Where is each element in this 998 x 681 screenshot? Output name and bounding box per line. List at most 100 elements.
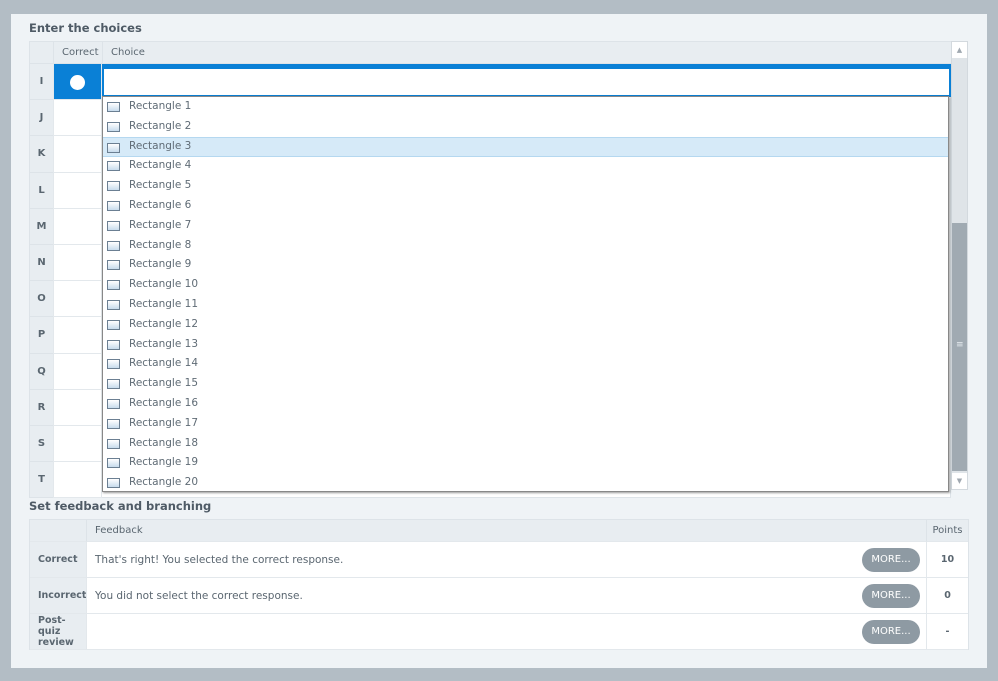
dropdown-item-label: Rectangle 3 [129, 139, 192, 152]
dropdown-item[interactable]: Rectangle 7 [103, 216, 948, 236]
feedback-text: That's right! You selected the correct r… [95, 554, 344, 566]
dropdown-item[interactable]: Rectangle 18 [103, 434, 948, 454]
row-label: L [30, 172, 53, 209]
column-header-feedback: Feedback [86, 520, 926, 542]
feedback-cell[interactable]: That's right! You selected the correct r… [86, 542, 926, 578]
rectangle-shape-icon [107, 220, 120, 231]
dropdown-item[interactable]: Rectangle 10 [103, 275, 948, 295]
dropdown-item[interactable]: Rectangle 19 [103, 453, 948, 473]
dropdown-item-label: Rectangle 11 [129, 298, 199, 310]
rectangle-shape-icon [107, 399, 120, 409]
dropdown-item[interactable]: Rectangle 12 [103, 315, 948, 335]
rectangle-shape-icon [107, 121, 120, 132]
feedback-row-label: Post-quiz review [30, 614, 86, 650]
correct-radio-cell[interactable] [53, 64, 102, 101]
correct-radio-cell[interactable] [53, 426, 102, 463]
row-header-corner [30, 42, 53, 64]
dropdown-item[interactable]: Rectangle 1 [103, 97, 948, 117]
row-label: T [30, 462, 53, 499]
points-cell[interactable]: 0 [926, 578, 968, 614]
row-label: S [30, 426, 53, 463]
rectangle-shape-icon [107, 142, 120, 153]
rectangle-shape-icon [107, 418, 120, 429]
dropdown-item-label: Rectangle 6 [129, 199, 192, 211]
dropdown-item[interactable]: Rectangle 3 [103, 136, 948, 157]
points-cell[interactable]: - [926, 614, 968, 650]
more-button[interactable]: MORE... [862, 548, 920, 572]
row-label: P [30, 317, 53, 354]
dropdown-item[interactable]: Rectangle 16 [103, 394, 948, 414]
grip-icon: ≡ [956, 340, 964, 350]
dropdown-item[interactable]: Rectangle 13 [103, 335, 948, 355]
row-label: I [30, 64, 53, 101]
correct-radio-cell[interactable] [53, 353, 102, 390]
feedback-row-label: Incorrect [30, 578, 86, 614]
row-label: N [30, 245, 53, 282]
rectangle-shape-icon [107, 339, 120, 350]
dropdown-item-label: Rectangle 4 [129, 159, 192, 172]
rectangle-shape-icon [107, 438, 120, 449]
correct-radio-cell[interactable] [53, 281, 102, 318]
rectangle-shape-icon [107, 379, 120, 390]
dropdown-item-label: Rectangle 5 [129, 179, 192, 192]
feedback-text: You did not select the correct response. [95, 590, 303, 602]
choices-scrollbar[interactable]: ▲ ≡ ▼ [951, 41, 968, 490]
dropdown-item-label: Rectangle 2 [129, 119, 192, 132]
dropdown-item[interactable]: Rectangle 8 [103, 236, 948, 256]
dropdown-item-label: Rectangle 12 [129, 317, 199, 330]
dropdown-item[interactable]: Rectangle 20 [103, 473, 948, 493]
dropdown-item[interactable]: Rectangle 2 [103, 117, 948, 137]
dropdown-item-label: Rectangle 16 [129, 397, 199, 409]
column-header-correct: Correct [53, 42, 102, 64]
correct-radio-cell[interactable] [53, 389, 102, 426]
rectangle-shape-icon [107, 458, 120, 469]
more-button[interactable]: MORE... [862, 584, 920, 608]
correct-radio-cell[interactable] [53, 208, 102, 245]
feedback-cell[interactable] [86, 614, 926, 650]
column-header-points: Points [926, 520, 968, 542]
correct-radio-cell[interactable] [53, 100, 102, 137]
dropdown-item-label: Rectangle 20 [129, 476, 199, 489]
scroll-down-button[interactable]: ▼ [952, 473, 967, 489]
rectangle-shape-icon [107, 478, 120, 489]
dropdown-item-label: Rectangle 15 [129, 377, 199, 390]
correct-radio-cell[interactable] [53, 245, 102, 282]
choice-dropdown-list[interactable]: Rectangle 1 Rectangle 2 Rectangle 3 Rectang… [102, 96, 949, 492]
row-label: O [30, 281, 53, 318]
feedback-table: Feedback Points Correct That's right! You… [29, 519, 969, 650]
dropdown-item-label: Rectangle 19 [129, 456, 199, 469]
dropdown-item-label: Rectangle 1 [129, 100, 192, 112]
dropdown-item-label: Rectangle 7 [129, 218, 192, 231]
dropdown-item[interactable]: Rectangle 4 [103, 156, 948, 176]
rectangle-shape-icon [107, 319, 120, 330]
choice-input[interactable] [102, 64, 951, 97]
dropdown-item-label: Rectangle 14 [129, 357, 199, 370]
rectangle-shape-icon [107, 260, 120, 271]
dropdown-item[interactable]: Rectangle 11 [103, 295, 948, 315]
row-label: K [30, 136, 53, 173]
row-label: Q [30, 353, 53, 390]
dropdown-item[interactable]: Rectangle 15 [103, 374, 948, 394]
dropdown-item[interactable]: Rectangle 14 [103, 354, 948, 374]
dropdown-item-label: Rectangle 10 [129, 278, 199, 291]
rectangle-shape-icon [107, 161, 120, 172]
correct-radio-cell[interactable] [53, 172, 102, 209]
correct-radio-cell[interactable] [53, 462, 102, 499]
dropdown-item[interactable]: Rectangle 6 [103, 196, 948, 216]
correct-radio-cell[interactable] [53, 317, 102, 354]
correct-radio-cell[interactable] [53, 136, 102, 173]
points-cell[interactable]: 10 [926, 542, 968, 578]
dropdown-item[interactable]: Rectangle 5 [103, 176, 948, 196]
dropdown-item[interactable]: Rectangle 9 [103, 255, 948, 275]
scroll-up-button[interactable]: ▲ [952, 42, 967, 58]
feedback-section-title: Set feedback and branching [29, 499, 212, 513]
feedback-cell[interactable]: You did not select the correct response. [86, 578, 926, 614]
dropdown-item-label: Rectangle 18 [129, 436, 199, 449]
rectangle-shape-icon [107, 240, 120, 251]
more-button[interactable]: MORE... [862, 620, 920, 644]
dropdown-item[interactable]: Rectangle 17 [103, 414, 948, 434]
row-label: R [30, 389, 53, 426]
scrollbar-thumb[interactable]: ≡ [952, 223, 967, 471]
rectangle-shape-icon [107, 102, 120, 112]
dropdown-item-label: Rectangle 8 [129, 238, 192, 251]
